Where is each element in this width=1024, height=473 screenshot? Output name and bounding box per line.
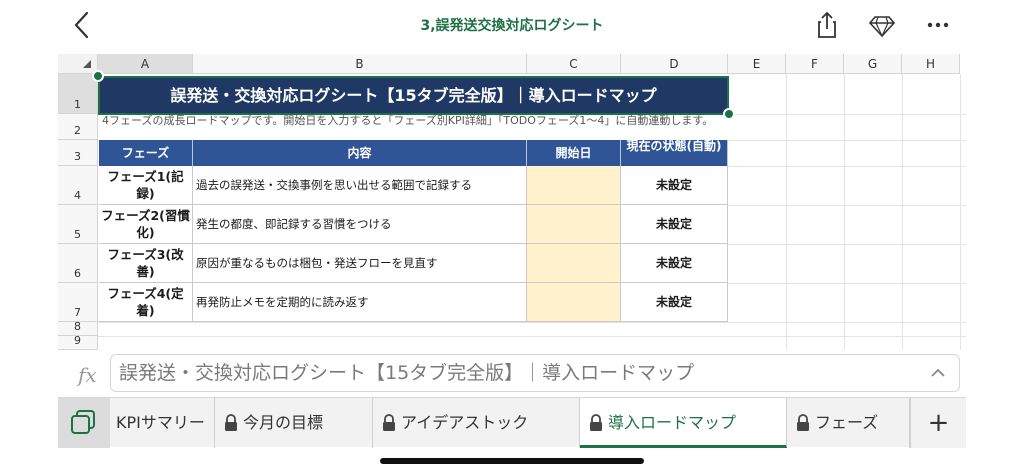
- lock-icon: [383, 414, 395, 431]
- table-header-status[interactable]: 現在の状態(自動): [621, 140, 728, 166]
- gridline: [844, 74, 845, 350]
- start-date-cell[interactable]: [527, 244, 621, 283]
- share-icon: [818, 11, 836, 38]
- more-options-button[interactable]: [923, 10, 953, 40]
- lock-icon: [225, 414, 237, 431]
- top-navigation-bar: 3,誤発送交換対応ログシート: [0, 0, 1024, 50]
- content-cell[interactable]: 過去の誤発送・交換事例を思い出せる範囲で記録する: [193, 166, 527, 205]
- sheet-tab-bar: KPIサマリー 今月の目標 アイデアストック 導入ロードマップ フェーズ +: [58, 397, 966, 448]
- sheets-icon: [71, 410, 95, 434]
- table-header-start-date[interactable]: 開始日: [527, 140, 621, 166]
- column-header-c[interactable]: C: [527, 54, 621, 74]
- fx-label: fx: [78, 363, 97, 387]
- formula-value: 誤発送・交換対応ログシート【15タブ完全版】｜導入ロードマップ: [119, 362, 695, 384]
- column-header-a[interactable]: A: [98, 54, 193, 74]
- row-header-1[interactable]: 1: [58, 74, 98, 114]
- gridline: [902, 74, 903, 350]
- formula-input[interactable]: 誤発送・交換対応ログシート【15タブ完全版】｜導入ロードマップ: [110, 354, 960, 392]
- selection-handle-top-left[interactable]: [92, 70, 104, 82]
- gridline: [98, 322, 966, 323]
- phase-cell[interactable]: フェーズ3(改善): [99, 244, 193, 283]
- start-date-cell[interactable]: [527, 166, 621, 205]
- status-cell[interactable]: 未設定: [621, 166, 728, 205]
- gridline: [728, 244, 966, 245]
- corner-triangle-icon: [83, 60, 91, 68]
- cell-selection-border: [98, 76, 729, 115]
- share-button[interactable]: [812, 10, 842, 40]
- sheet-list-button[interactable]: [58, 398, 110, 448]
- lock-icon: [590, 414, 602, 431]
- lock-icon: [797, 414, 809, 431]
- phase-cell[interactable]: フェーズ1(記録): [99, 166, 193, 205]
- tab-roadmap[interactable]: 導入ロードマップ: [580, 398, 787, 448]
- content-cell[interactable]: 発生の都度、即記録する習慣をつける: [193, 205, 527, 244]
- start-date-cell[interactable]: [527, 283, 621, 322]
- column-header-f[interactable]: F: [786, 54, 844, 74]
- gridline: [786, 74, 787, 350]
- diamond-icon: [868, 16, 896, 38]
- status-cell[interactable]: 未設定: [621, 205, 728, 244]
- gridline: [960, 74, 961, 350]
- formula-bar: fx 誤発送・交換対応ログシート【15タブ完全版】｜導入ロードマップ: [58, 350, 966, 396]
- row-header-7[interactable]: 7: [58, 283, 98, 322]
- tab-monthly-goal[interactable]: 今月の目標: [215, 398, 373, 448]
- gridline: [728, 114, 966, 115]
- status-cell[interactable]: 未設定: [621, 244, 728, 283]
- status-cell[interactable]: 未設定: [621, 283, 728, 322]
- column-header-row: A B C D E F G H: [58, 54, 966, 74]
- column-header-h[interactable]: H: [902, 54, 960, 74]
- tab-idea-stock[interactable]: アイデアストック: [373, 398, 580, 448]
- content-cell[interactable]: 原因が重なるものは梱包・発送フローを見直す: [193, 244, 527, 283]
- row-header-9[interactable]: 9: [58, 334, 98, 350]
- more-icon: [927, 22, 949, 28]
- tab-phase[interactable]: フェーズ: [787, 398, 910, 448]
- start-date-cell[interactable]: [527, 205, 621, 244]
- premium-button[interactable]: [867, 10, 897, 40]
- column-header-g[interactable]: G: [844, 54, 902, 74]
- column-header-b[interactable]: B: [193, 54, 527, 74]
- gridline: [728, 140, 966, 141]
- row-header-6[interactable]: 6: [58, 244, 98, 283]
- add-sheet-button[interactable]: +: [910, 398, 966, 448]
- chevron-up-icon[interactable]: [931, 368, 945, 378]
- home-indicator: [380, 458, 644, 464]
- row-header-4[interactable]: 4: [58, 166, 98, 205]
- spreadsheet-grid[interactable]: A B C D E F G H 1 2 3 4 5 6 7 8 9 誤発送・交換…: [58, 50, 966, 350]
- row-header-3[interactable]: 3: [58, 140, 98, 166]
- select-all-corner[interactable]: [58, 54, 98, 74]
- row-header-5[interactable]: 5: [58, 205, 98, 244]
- tab-kpi-summary[interactable]: KPIサマリー: [110, 398, 215, 448]
- phase-cell[interactable]: フェーズ4(定着): [99, 283, 193, 322]
- column-header-e[interactable]: E: [728, 54, 786, 74]
- content-cell[interactable]: 再発防止メモを定期的に読み返す: [193, 283, 527, 322]
- row-header-2[interactable]: 2: [58, 114, 98, 140]
- description-cell[interactable]: 4フェーズの成長ロードマップです。開始日を入力すると「フェーズ別KPI詳細」「T…: [102, 114, 728, 140]
- phase-cell[interactable]: フェーズ2(習慣化): [99, 205, 193, 244]
- table-header-content[interactable]: 内容: [193, 140, 527, 166]
- gridline: [728, 205, 966, 206]
- table-header-phase[interactable]: フェーズ: [99, 140, 193, 166]
- gridline: [728, 283, 966, 284]
- column-header-d[interactable]: D: [621, 54, 728, 74]
- gridline: [728, 166, 966, 167]
- gridline: [98, 336, 966, 337]
